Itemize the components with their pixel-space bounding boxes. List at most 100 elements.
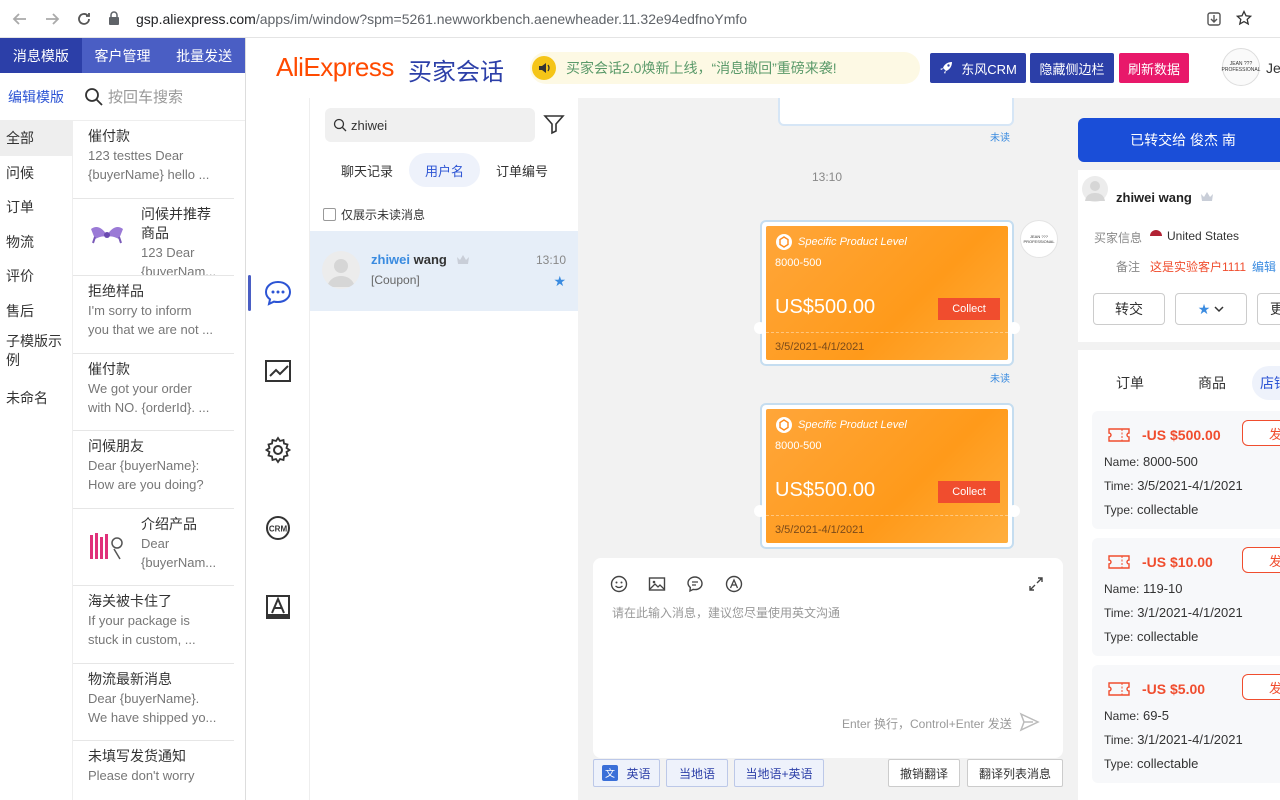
translate-list-button[interactable]: 翻译列表消息	[967, 759, 1063, 787]
tab-message-templates[interactable]: 消息模版	[0, 38, 82, 73]
category-item[interactable]: 物流	[0, 225, 72, 260]
template-panel: 消息模版 客户管理 批量发送 编辑模版 按回车搜索 全部 问候 订单 物流 评价…	[0, 38, 246, 800]
template-body: stuck in custom, ...	[88, 632, 196, 647]
template-search-input[interactable]: 按回车搜索	[108, 86, 183, 107]
template-item[interactable]: 未填写发货通知 Please don't worry	[73, 741, 234, 800]
coupon-name-line: Name: 119-10	[1104, 581, 1182, 596]
quick-reply-icon[interactable]	[685, 574, 705, 594]
coupon-logo-icon	[776, 417, 792, 433]
template-title: 未填写发货通知	[88, 748, 186, 764]
emoji-icon[interactable]	[609, 574, 629, 594]
template-title: 催付款	[88, 360, 130, 377]
conversation-search-value: zhiwei	[351, 117, 388, 133]
tab-customer-management[interactable]: 客户管理	[82, 38, 164, 73]
category-item[interactable]: 未命名	[0, 381, 72, 416]
category-item[interactable]: 评价	[0, 259, 72, 294]
star-mark-dropdown[interactable]: ★	[1175, 293, 1247, 325]
template-title: 物流最新消息	[88, 670, 172, 687]
name-rest: wang	[410, 252, 447, 267]
time-key: Time:	[1104, 479, 1134, 493]
conversation-item[interactable]: zhiwei wang 13:10 [Coupon] ★	[310, 231, 578, 311]
transferred-banner: 已转交给 俊杰 南	[1078, 118, 1280, 162]
reload-icon[interactable]	[72, 7, 96, 31]
template-title: 介绍产品	[141, 515, 197, 532]
store-avatar[interactable]: JEAN ??? PROFESSIONAL	[1222, 48, 1260, 86]
coupon-message[interactable]: Specific Product Level 8000-500 US$500.0…	[754, 403, 1020, 549]
account-name[interactable]: Je	[1266, 60, 1280, 76]
category-item[interactable]: 子模版示例	[0, 328, 72, 381]
category-item[interactable]: 售后	[0, 294, 72, 329]
template-item[interactable]: 物流最新消息 Dear {buyerName}. We have shipped…	[73, 664, 234, 741]
expand-icon[interactable]	[1026, 574, 1046, 594]
chat-bubble-icon[interactable]	[262, 277, 294, 309]
send-coupon-button[interactable]: 发送	[1242, 420, 1280, 446]
send-hint: Enter 换行，Control+Enter 发送	[842, 717, 1012, 731]
undo-translate-button[interactable]: 撤销翻译	[888, 759, 960, 787]
dongfeng-crm-button[interactable]: 东风CRM	[930, 53, 1026, 83]
refresh-data-button[interactable]: 刷新数据	[1119, 53, 1189, 83]
transfer-button[interactable]: 转交	[1093, 293, 1165, 325]
name-key: Name:	[1104, 582, 1140, 596]
template-item[interactable]: 催付款 123 testtes Dear {buyerName} hello .…	[73, 121, 234, 199]
coupon-type: collectable	[1136, 502, 1199, 517]
announcement-text: 买家会话2.0焕新上线，“消息撤回”重磅来袭!	[566, 60, 837, 76]
tab-chat-history[interactable]: 聊天记录	[325, 153, 409, 187]
category-item[interactable]: 全部	[0, 121, 72, 156]
category-item[interactable]: 问候	[0, 156, 72, 191]
store-coupon-item: -US $10.00 发送 Name: 119-10 Time: 3/1/202…	[1092, 538, 1280, 656]
translate-english-button[interactable]: 文 英语	[593, 759, 660, 787]
template-item[interactable]: 催付款 We got your order with NO. {orderId}…	[73, 354, 234, 431]
crm-button-label: 东风CRM	[961, 61, 1017, 77]
tab-products[interactable]: 商品	[1198, 366, 1226, 400]
font-translate-icon[interactable]	[262, 591, 294, 623]
tab-orders[interactable]: 订单	[1116, 366, 1144, 400]
message-input[interactable]: 请在此输入消息，建议您尽量使用英文沟通	[612, 604, 840, 621]
checkbox-box[interactable]	[323, 208, 336, 221]
forward-icon[interactable]	[40, 7, 64, 31]
tab-username[interactable]: 用户名	[409, 153, 481, 187]
crm-icon[interactable]: CRM	[262, 512, 294, 544]
download-icon[interactable]	[1206, 11, 1222, 27]
more-button[interactable]: 更	[1257, 293, 1280, 325]
coupon-collect-button[interactable]: Collect	[938, 481, 1000, 503]
coupon-amount: -US $500.00	[1142, 427, 1221, 443]
announcement-banner[interactable]: 买家会话2.0焕新上线，“消息撤回”重磅来袭!	[530, 52, 920, 84]
template-item[interactable]: 问候朋友 Dear {buyerName}: How are you doing…	[73, 431, 234, 509]
translate-icon[interactable]	[724, 574, 744, 594]
translate-local-english-button[interactable]: 当地语+英语	[734, 759, 824, 787]
remark-edit-link[interactable]: 编辑	[1252, 258, 1276, 275]
buyer-card: zhiwei wang 买家信息 United States 备注 这是实验客户…	[1078, 170, 1280, 342]
translate-local-button[interactable]: 当地语	[666, 759, 728, 787]
edit-templates-link[interactable]: 编辑模版	[0, 87, 72, 107]
send-coupon-button[interactable]: 发送	[1242, 547, 1280, 573]
template-item[interactable]: 介绍产品 Dear {buyerNam...	[73, 509, 234, 586]
tab-bulk-send[interactable]: 批量发送	[163, 38, 245, 73]
conversation-search-input[interactable]: zhiwei	[325, 108, 535, 142]
gear-icon[interactable]	[262, 434, 294, 466]
star-icon[interactable]: ★	[553, 273, 566, 290]
address-bar[interactable]: gsp.aliexpress.com/apps/im/window?spm=52…	[108, 8, 747, 30]
url-domain: gsp.aliexpress.com	[136, 11, 256, 27]
template-list: 催付款 123 testtes Dear {buyerName} hello .…	[72, 121, 234, 800]
trend-chart-icon[interactable]	[262, 355, 294, 387]
template-item[interactable]: 拒绝样品 I'm sorry to inform you that we are…	[73, 276, 234, 354]
filter-icon[interactable]	[542, 112, 566, 136]
conversation-search-tabs: 聊天记录 用户名 订单编号	[325, 153, 575, 187]
send-icon[interactable]	[1018, 711, 1040, 733]
send-coupon-button[interactable]: 发送	[1242, 674, 1280, 700]
coupon-type: collectable	[1136, 756, 1199, 771]
back-icon[interactable]	[8, 7, 32, 31]
coupon-message[interactable]: Specific Product Level 8000-500 US$500.0…	[754, 220, 1020, 366]
template-body: 123 testtes Dear	[88, 148, 184, 163]
coupon-name: 8000-500	[1142, 454, 1198, 469]
bookmark-star-icon[interactable]	[1235, 9, 1253, 26]
template-item[interactable]: 问候并推荐商品 123 Dear {buyerNam...	[73, 199, 234, 276]
tab-store[interactable]: 店铺	[1252, 366, 1280, 400]
tab-order-number[interactable]: 订单编号	[480, 153, 564, 187]
coupon-collect-button[interactable]: Collect	[938, 298, 1000, 320]
template-item[interactable]: 海关被卡住了 If your package is stuck in custo…	[73, 586, 234, 664]
hide-sidebar-button[interactable]: 隐藏侧边栏	[1030, 53, 1114, 83]
image-icon[interactable]	[647, 574, 667, 594]
category-item[interactable]: 订单	[0, 190, 72, 225]
unread-only-checkbox[interactable]: 仅展示未读消息	[323, 206, 425, 223]
